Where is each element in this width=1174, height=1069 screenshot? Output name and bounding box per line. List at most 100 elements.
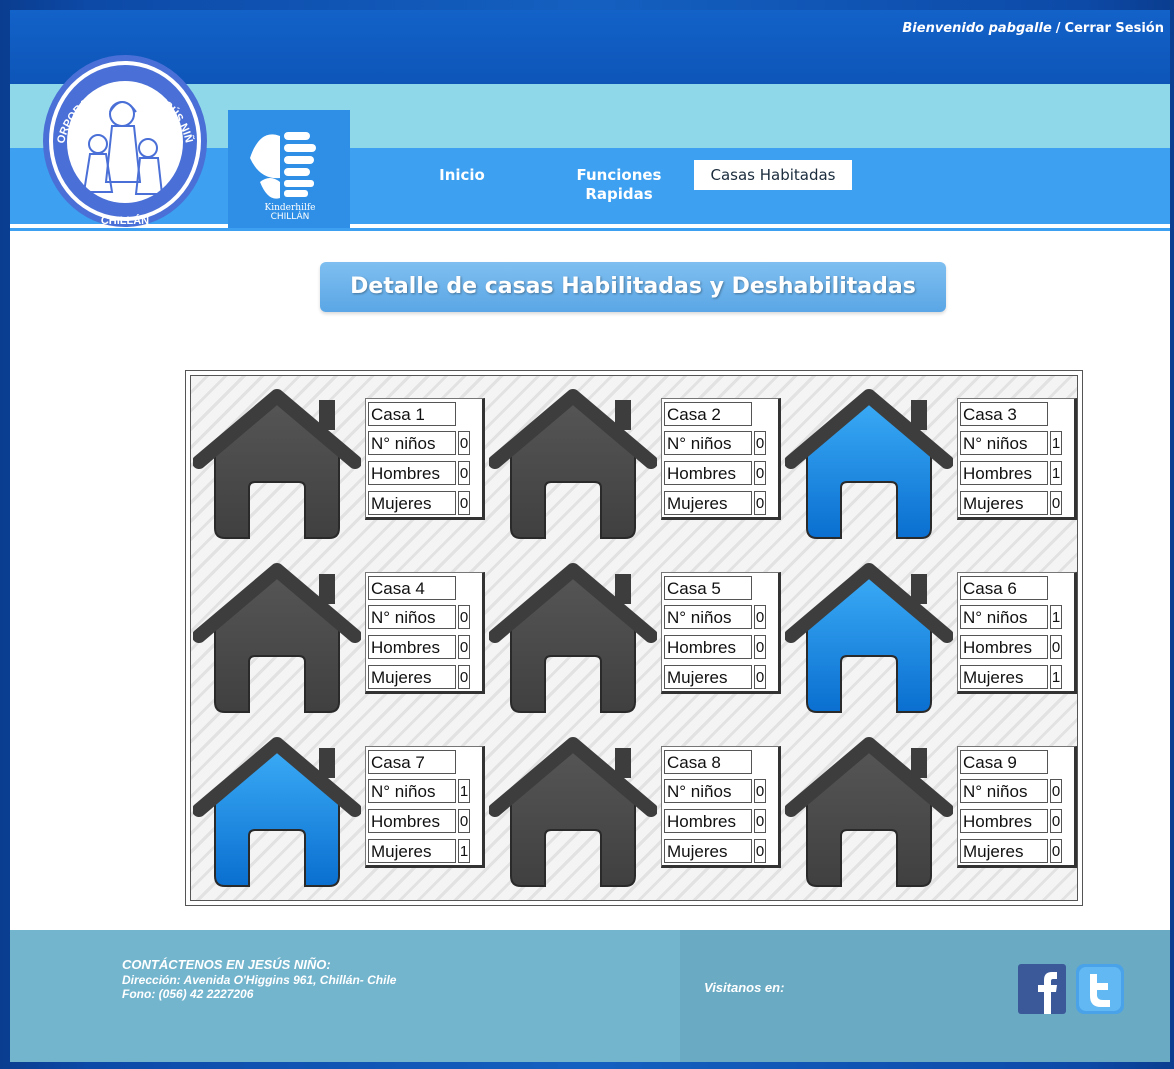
house-hombres-value: 0 xyxy=(458,461,470,485)
welcome-bar: Bienvenido pabgalle / Cerrar Sesión xyxy=(902,21,1164,36)
house-active-icon[interactable] xyxy=(785,388,953,540)
nav-funciones-rapidas[interactable]: Funciones Rapidas xyxy=(562,166,676,204)
house-ninos-value: 0 xyxy=(754,779,766,803)
house-ninos-label: N° niños xyxy=(664,605,752,629)
house-card: Casa 2 N° niños 0 Hombres 0 Mujeres 0 xyxy=(487,378,781,550)
house-inactive-icon[interactable] xyxy=(193,562,361,714)
house-hombres-value: 0 xyxy=(754,809,766,833)
house-card: Casa 7 N° niños 1 Hombres 0 Mujeres 1 xyxy=(191,726,485,898)
house-inactive-icon[interactable] xyxy=(785,736,953,888)
house-name: Casa 6 xyxy=(960,576,1048,600)
house-ninos-label: N° niños xyxy=(960,605,1048,629)
house-mujeres-label: Mujeres xyxy=(368,665,456,689)
house-mujeres-value: 0 xyxy=(1050,491,1062,515)
page-title: Detalle de casas Habilitadas y Deshabili… xyxy=(320,262,946,312)
house-name: Casa 9 xyxy=(960,750,1048,774)
house-ninos-label: N° niños xyxy=(368,431,456,455)
house-info-table: Casa 5 N° niños 0 Hombres 0 Mujeres 0 xyxy=(661,572,781,694)
footer-contact xyxy=(10,930,680,1062)
page: Bienvenido pabgalle/ Cerrar Sesión CORPOR… xyxy=(10,10,1170,1062)
house-hombres-label: Hombres xyxy=(664,461,752,485)
house-hombres-value: 0 xyxy=(754,461,766,485)
separator: / xyxy=(1055,21,1061,36)
welcome-text: Bienvenido pabgalle xyxy=(902,21,1052,36)
kinder-line2: CHILLÁN xyxy=(271,210,310,222)
houses-grid-frame: Casa 1 N° niños 0 Hombres 0 Mujeres 0 Casa 2 N° … xyxy=(185,370,1083,906)
house-info-table: Casa 8 N° niños 0 Hombres 0 Mujeres 0 xyxy=(661,746,781,868)
house-mujeres-label: Mujeres xyxy=(960,491,1048,515)
house-hombres-value: 0 xyxy=(1050,635,1062,659)
house-card: Casa 1 N° niños 0 Hombres 0 Mujeres 0 xyxy=(191,378,485,550)
footer-title: CONTÁCTENOS EN JESÚS NIÑO: xyxy=(122,957,331,972)
house-ninos-value: 0 xyxy=(458,431,470,455)
house-hombres-label: Hombres xyxy=(664,635,752,659)
twitter-icon[interactable] xyxy=(1076,964,1124,1014)
house-ninos-value: 0 xyxy=(754,431,766,455)
house-card: Casa 9 N° niños 0 Hombres 0 Mujeres 0 xyxy=(783,726,1077,898)
house-ninos-value: 0 xyxy=(754,605,766,629)
house-ninos-label: N° niños xyxy=(960,431,1048,455)
house-inactive-icon[interactable] xyxy=(489,736,657,888)
house-hombres-value: 0 xyxy=(754,635,766,659)
house-mujeres-label: Mujeres xyxy=(664,839,752,863)
house-card: Casa 6 N° niños 1 Hombres 0 Mujeres 1 xyxy=(783,552,1077,724)
house-info-table: Casa 6 N° niños 1 Hombres 0 Mujeres 1 xyxy=(957,572,1077,694)
house-mujeres-value: 0 xyxy=(754,491,766,515)
nav-funciones-line2: Rapidas xyxy=(585,185,653,203)
house-info-table: Casa 1 N° niños 0 Hombres 0 Mujeres 0 xyxy=(365,398,485,520)
house-info-table: Casa 7 N° niños 1 Hombres 0 Mujeres 1 xyxy=(365,746,485,868)
house-ninos-label: N° niños xyxy=(664,779,752,803)
house-mujeres-value: 1 xyxy=(1050,665,1062,689)
house-name: Casa 1 xyxy=(368,402,456,426)
house-active-icon[interactable] xyxy=(785,562,953,714)
house-inactive-icon[interactable] xyxy=(489,562,657,714)
house-ninos-label: N° niños xyxy=(368,779,456,803)
house-name: Casa 8 xyxy=(664,750,752,774)
house-name: Casa 4 xyxy=(368,576,456,600)
logout-link[interactable]: Cerrar Sesión xyxy=(1065,21,1164,36)
house-mujeres-value: 0 xyxy=(458,491,470,515)
house-active-icon[interactable] xyxy=(193,736,361,888)
house-info-table: Casa 9 N° niños 0 Hombres 0 Mujeres 0 xyxy=(957,746,1077,868)
footer-address: Dirección: Avenida O'Higgins 961, Chillá… xyxy=(122,973,397,987)
house-info-table: Casa 3 N° niños 1 Hombres 1 Mujeres 0 xyxy=(957,398,1077,520)
house-mujeres-label: Mujeres xyxy=(664,491,752,515)
house-inactive-icon[interactable] xyxy=(193,388,361,540)
house-mujeres-value: 1 xyxy=(458,839,470,863)
house-ninos-label: N° niños xyxy=(368,605,456,629)
house-mujeres-value: 0 xyxy=(458,665,470,689)
facebook-icon[interactable] xyxy=(1018,964,1066,1014)
house-inactive-icon[interactable] xyxy=(489,388,657,540)
house-name: Casa 7 xyxy=(368,750,456,774)
house-ninos-value: 1 xyxy=(1050,605,1062,629)
house-hombres-value: 0 xyxy=(458,635,470,659)
house-mujeres-label: Mujeres xyxy=(960,665,1048,689)
house-hombres-label: Hombres xyxy=(368,635,456,659)
corporation-seal-logo: CORPORACIÓN VILLA JESÚS NIÑO CHILLÁN xyxy=(40,52,207,227)
house-name: Casa 3 xyxy=(960,402,1048,426)
house-mujeres-label: Mujeres xyxy=(664,665,752,689)
footer-phone: Fono: (056) 42 2227206 xyxy=(122,987,254,1001)
house-mujeres-label: Mujeres xyxy=(960,839,1048,863)
house-card: Casa 8 N° niños 0 Hombres 0 Mujeres 0 xyxy=(487,726,781,898)
house-ninos-value: 0 xyxy=(1050,779,1062,803)
house-mujeres-label: Mujeres xyxy=(368,491,456,515)
houses-grid: Casa 1 N° niños 0 Hombres 0 Mujeres 0 Casa 2 N° … xyxy=(190,375,1078,901)
house-ninos-value: 1 xyxy=(458,779,470,803)
house-hombres-value: 0 xyxy=(1050,809,1062,833)
house-ninos-label: N° niños xyxy=(960,779,1048,803)
house-hombres-value: 0 xyxy=(458,809,470,833)
house-name: Casa 2 xyxy=(664,402,752,426)
house-info-table: Casa 2 N° niños 0 Hombres 0 Mujeres 0 xyxy=(661,398,781,520)
nav-funciones-line1: Funciones xyxy=(576,166,662,184)
nav-casas-habitadas[interactable]: Casas Habitadas xyxy=(694,160,852,190)
house-name: Casa 5 xyxy=(664,576,752,600)
house-mujeres-value: 0 xyxy=(1050,839,1062,863)
house-card: Casa 3 N° niños 1 Hombres 1 Mujeres 0 xyxy=(783,378,1077,550)
house-card: Casa 5 N° niños 0 Hombres 0 Mujeres 0 xyxy=(487,552,781,724)
house-mujeres-value: 0 xyxy=(754,839,766,863)
house-hombres-value: 1 xyxy=(1050,461,1062,485)
nav-inicio[interactable]: Inicio xyxy=(420,166,504,185)
house-hombres-label: Hombres xyxy=(368,461,456,485)
house-mujeres-value: 0 xyxy=(754,665,766,689)
